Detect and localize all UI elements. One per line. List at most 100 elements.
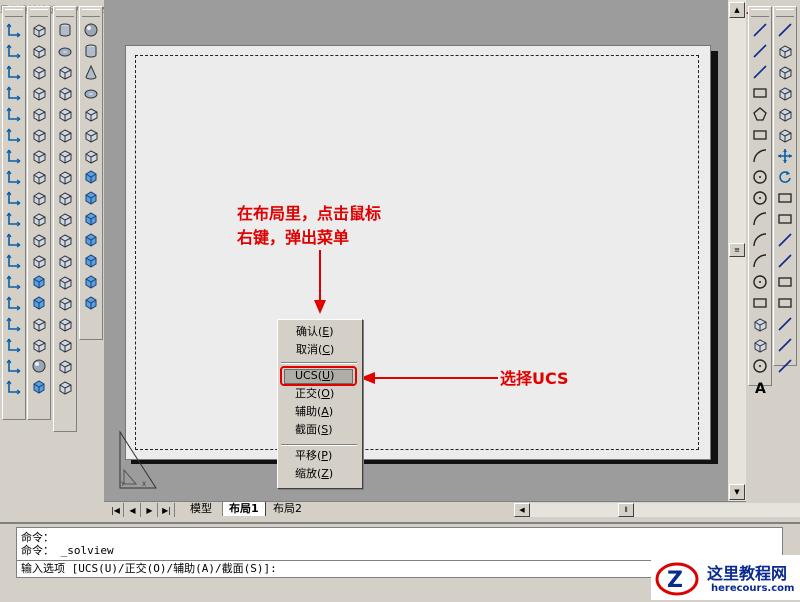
- cone-tool-button[interactable]: [81, 62, 101, 82]
- poly-tool-button[interactable]: [750, 104, 770, 124]
- menu-item-auxiliary[interactable]: 辅助(A): [277, 403, 361, 421]
- box-tool-button[interactable]: [29, 20, 49, 40]
- circle-tool-button[interactable]: [750, 356, 770, 376]
- box-tool-button[interactable]: [775, 104, 795, 124]
- box-tool-button[interactable]: [29, 125, 49, 145]
- ucs-tool-button[interactable]: [4, 125, 24, 145]
- cube3-tool-button[interactable]: [29, 293, 49, 313]
- cube3-tool-button[interactable]: [81, 272, 101, 292]
- box-tool-button[interactable]: [55, 314, 75, 334]
- ucs-tool-button[interactable]: [4, 377, 24, 397]
- ucs-tool-button[interactable]: [4, 314, 24, 334]
- box-tool-button[interactable]: [775, 41, 795, 61]
- ucs-tool-button[interactable]: [4, 83, 24, 103]
- box-tool-button[interactable]: [29, 41, 49, 61]
- box-tool-button[interactable]: [29, 62, 49, 82]
- box-tool-button[interactable]: [55, 251, 75, 271]
- box-tool-button[interactable]: [29, 335, 49, 355]
- rect-tool-button[interactable]: [775, 188, 795, 208]
- box-tool-button[interactable]: [29, 167, 49, 187]
- torus-tool-button[interactable]: [55, 41, 75, 61]
- toolbar-grip[interactable]: [56, 9, 74, 17]
- line-tool-button[interactable]: [775, 356, 795, 376]
- line-tool-button[interactable]: [750, 62, 770, 82]
- cube3-tool-button[interactable]: [81, 251, 101, 271]
- box-tool-button[interactable]: [55, 83, 75, 103]
- toolbar-grip[interactable]: [82, 9, 100, 17]
- cube3-tool-button[interactable]: [81, 188, 101, 208]
- box-tool-button[interactable]: [55, 293, 75, 313]
- rect-tool-button[interactable]: [750, 83, 770, 103]
- box-tool-button[interactable]: [29, 104, 49, 124]
- sphere-tool-button[interactable]: [29, 356, 49, 376]
- rect-tool-button[interactable]: [775, 209, 795, 229]
- box-tool-button[interactable]: [55, 125, 75, 145]
- arc-tool-button[interactable]: [750, 251, 770, 271]
- toolbar-grip[interactable]: [776, 9, 794, 17]
- arc-tool-button[interactable]: [750, 209, 770, 229]
- box-tool-button[interactable]: [55, 272, 75, 292]
- cube3-tool-button[interactable]: [81, 293, 101, 313]
- box-tool-button[interactable]: [775, 125, 795, 145]
- arc-tool-button[interactable]: [750, 230, 770, 250]
- ucs-tool-button[interactable]: [4, 272, 24, 292]
- box-tool-button[interactable]: [55, 356, 75, 376]
- sphere-tool-button[interactable]: [81, 20, 101, 40]
- ucs-tool-button[interactable]: [4, 20, 24, 40]
- line-tool-button[interactable]: [750, 20, 770, 40]
- arc-tool-button[interactable]: [750, 146, 770, 166]
- box-tool-button[interactable]: [55, 335, 75, 355]
- circle-tool-button[interactable]: [750, 167, 770, 187]
- vertical-scrollbar[interactable]: ▲ ≡ ▼: [728, 0, 746, 502]
- box-tool-button[interactable]: [55, 104, 75, 124]
- box-tool-button[interactable]: [29, 146, 49, 166]
- horizontal-scrollbar[interactable]: ◀ ⦀ ▶: [514, 503, 800, 517]
- box-tool-button[interactable]: [29, 251, 49, 271]
- text-tool-button[interactable]: A: [750, 377, 770, 397]
- move-tool-button[interactable]: [775, 146, 795, 166]
- vertical-scroll-thumb[interactable]: ≡: [729, 243, 745, 257]
- line-tool-button[interactable]: [775, 230, 795, 250]
- ucs-tool-button[interactable]: [4, 188, 24, 208]
- next-tab-button[interactable]: ▶: [142, 503, 158, 517]
- box-tool-button[interactable]: [55, 209, 75, 229]
- ucs-tool-button[interactable]: [4, 356, 24, 376]
- box-tool-button[interactable]: [29, 230, 49, 250]
- menu-item-confirm[interactable]: 确认(E): [278, 323, 362, 341]
- box-tool-button[interactable]: [750, 314, 770, 334]
- cube3-tool-button[interactable]: [81, 230, 101, 250]
- menu-item-section[interactable]: 截面(S): [277, 421, 361, 439]
- toolbar-grip[interactable]: [751, 9, 769, 17]
- first-tab-button[interactable]: |◀: [108, 503, 124, 517]
- ucs-tool-button[interactable]: [4, 104, 24, 124]
- line-tool-button[interactable]: [775, 314, 795, 334]
- cyl-tool-button[interactable]: [55, 20, 75, 40]
- toolbar-grip[interactable]: [5, 9, 23, 17]
- tab-model[interactable]: 模型: [184, 502, 218, 516]
- box-tool-button[interactable]: [29, 83, 49, 103]
- box-tool-button[interactable]: [29, 314, 49, 334]
- scroll-down-button[interactable]: ▼: [729, 484, 745, 500]
- menu-item-zoom[interactable]: 缩放(Z): [277, 465, 361, 483]
- ucs-tool-button[interactable]: [4, 230, 24, 250]
- ucs-tool-button[interactable]: [4, 41, 24, 61]
- horizontal-scroll-thumb[interactable]: ⦀: [618, 503, 634, 517]
- tab-layout1[interactable]: 布局1: [222, 502, 266, 516]
- last-tab-button[interactable]: ▶|: [159, 503, 175, 517]
- cube3-tool-button[interactable]: [29, 377, 49, 397]
- prev-tab-button[interactable]: ◀: [125, 503, 141, 517]
- box-tool-button[interactable]: [775, 62, 795, 82]
- rotate-tool-button[interactable]: [775, 167, 795, 187]
- circle-tool-button[interactable]: [750, 272, 770, 292]
- ucs-tool-button[interactable]: [4, 62, 24, 82]
- box-tool-button[interactable]: [81, 104, 101, 124]
- circle-tool-button[interactable]: [750, 188, 770, 208]
- ucs-tool-button[interactable]: [4, 251, 24, 271]
- torus-tool-button[interactable]: [81, 83, 101, 103]
- menu-item-ucs[interactable]: UCS(U): [277, 367, 361, 385]
- tab-layout2[interactable]: 布局2: [267, 502, 308, 516]
- box-tool-button[interactable]: [81, 125, 101, 145]
- menu-item-ortho[interactable]: 正交(O): [277, 385, 361, 403]
- box-tool-button[interactable]: [750, 335, 770, 355]
- box-tool-button[interactable]: [55, 62, 75, 82]
